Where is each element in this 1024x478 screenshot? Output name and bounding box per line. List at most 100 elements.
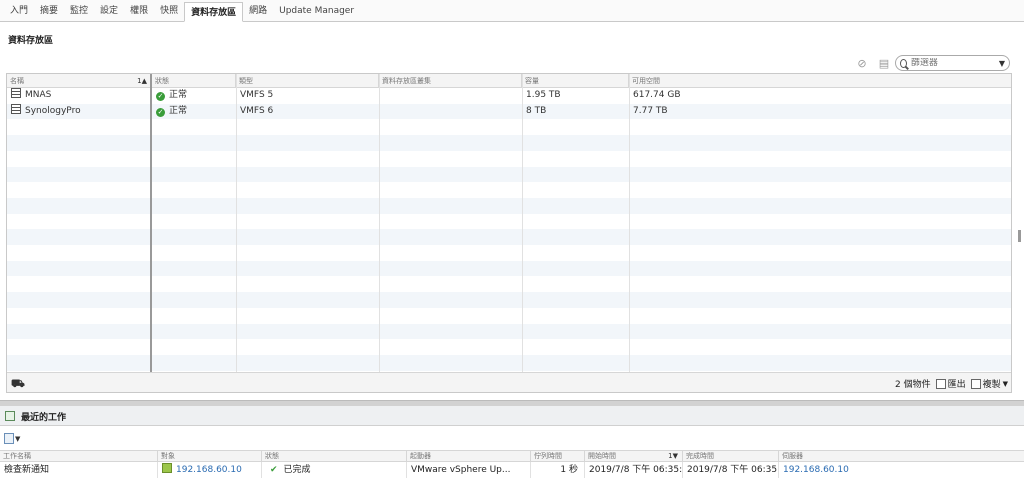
empty-row	[7, 135, 1011, 151]
empty-row	[7, 197, 1011, 214]
sort-descending-icon: 1▼	[668, 452, 678, 460]
column-header-target[interactable]: 對象	[158, 451, 262, 462]
datastore-name[interactable]: SynologyPro	[25, 106, 81, 116]
empty-row	[7, 323, 1011, 340]
table-row[interactable]: SynologyPro ✓ 正常 VMFS 6 8 TB 7.77 TB	[7, 103, 1011, 120]
column-divider	[522, 74, 523, 374]
tab-datastores[interactable]: 資料存放區	[184, 2, 244, 22]
capacity-cell: 8 TB	[526, 105, 547, 116]
empty-row	[7, 182, 1011, 198]
tab-getting-started[interactable]: 入門	[4, 1, 34, 21]
tasks-toolbar: ▼	[4, 433, 20, 444]
empty-row	[7, 151, 1011, 167]
column-divider	[629, 74, 630, 374]
column-header-initiator[interactable]: 起動器	[407, 451, 531, 462]
tasks-table-header: 工作名稱 對象 狀態 起動器 佇列時間 開始時間 1▼ 完成時間 伺服器	[0, 450, 1024, 462]
column-divider[interactable]	[150, 74, 152, 374]
empty-row	[7, 276, 1011, 292]
column-header-cluster[interactable]: 資料存放區叢集	[379, 74, 522, 88]
tab-update-manager[interactable]: Update Manager	[273, 1, 360, 21]
free-space-cell: 617.74 GB	[633, 90, 681, 100]
empty-row	[7, 354, 1011, 371]
empty-row	[7, 308, 1011, 324]
column-header-start-time[interactable]: 開始時間 1▼	[585, 451, 683, 462]
column-header-server[interactable]: 伺服器	[779, 451, 1024, 462]
free-space-cell: 7.77 TB	[633, 105, 668, 116]
server-link[interactable]: 192.168.60.10	[779, 462, 1024, 478]
tab-monitor[interactable]: 監控	[64, 1, 94, 21]
target-link[interactable]: 192.168.60.10	[176, 465, 242, 475]
sort-ascending-icon: 1▲	[137, 77, 147, 85]
grid-footer: ⛟ 2 個物件 匯出 複製 ▼	[7, 372, 1011, 392]
empty-row	[7, 229, 1011, 245]
object-count: 2 個物件	[894, 380, 931, 390]
empty-row	[7, 260, 1011, 277]
empty-row	[7, 245, 1011, 261]
column-header-status[interactable]: 狀態	[152, 74, 236, 88]
capacity-cell: 1.95 TB	[526, 90, 561, 100]
empty-row	[7, 292, 1011, 308]
binoculars-icon[interactable]: ⛟	[11, 377, 25, 392]
column-divider	[236, 74, 237, 374]
status-text: 正常	[169, 90, 188, 100]
export-button[interactable]: 匯出	[935, 377, 966, 390]
column-header-capacity[interactable]: 容量	[522, 74, 629, 88]
grid-toolbar: ⊘ ▤	[855, 56, 891, 70]
chevron-down-icon[interactable]: ▼	[999, 59, 1005, 68]
column-header-complete-time[interactable]: 完成時間	[683, 451, 779, 462]
start-time: 2019/7/8 下午 06:35:...	[585, 462, 683, 478]
check-icon: ✔	[270, 465, 278, 475]
type-cell: VMFS 6	[240, 105, 274, 116]
recent-tasks-header: 最近的工作	[0, 406, 1024, 426]
table-row[interactable]: 檢查新通知 192.168.60.10 ✔ 已完成 VMware vSphere …	[0, 462, 1024, 478]
type-cell: VMFS 5	[240, 90, 274, 100]
filter-field[interactable]: ▼	[895, 55, 1010, 71]
page-title: 資料存放區	[8, 36, 54, 46]
scrollbar-handle[interactable]	[1018, 230, 1021, 242]
copy-button[interactable]: 複製 ▼	[970, 377, 1008, 390]
tab-bar: 入門 摘要 監控 設定 權限 快照 資料存放區 網路 Update Manage…	[0, 0, 1024, 22]
initiator: VMware vSphere Up...	[407, 462, 531, 478]
tab-configure[interactable]: 設定	[94, 1, 124, 21]
datastore-icon	[11, 88, 21, 98]
export-icon	[935, 378, 946, 389]
empty-row	[7, 166, 1011, 183]
filter-input[interactable]	[910, 58, 999, 68]
status-ok-icon: ✓	[156, 107, 165, 117]
column-header-name[interactable]: 名稱 1▲	[7, 74, 152, 88]
complete-time: 2019/7/8 下午 06:35:...	[683, 462, 779, 478]
tab-networks[interactable]: 網路	[243, 1, 273, 21]
chevron-down-icon: ▼	[1002, 379, 1008, 388]
datastore-grid: 名稱 1▲ 狀態 類型 資料存放區叢集 容量 可用空間 MNAS ✓ 正常 VMF…	[6, 73, 1012, 393]
grid-body: MNAS ✓ 正常 VMFS 5 1.95 TB 617.74 GB Synolo…	[7, 88, 1011, 374]
copy-icon	[970, 378, 981, 389]
task-status: 已完成	[283, 465, 311, 475]
column-header-queue-time[interactable]: 佇列時間	[531, 451, 585, 462]
empty-row	[7, 119, 1011, 135]
chevron-down-icon[interactable]: ▼	[15, 435, 20, 443]
table-row[interactable]: MNAS ✓ 正常 VMFS 5 1.95 TB 617.74 GB	[7, 88, 1011, 104]
clear-filter-icon[interactable]: ⊘	[855, 56, 869, 70]
tab-summary[interactable]: 摘要	[34, 1, 64, 21]
recent-tasks-title: 最近的工作	[21, 413, 67, 423]
empty-row	[7, 339, 1011, 355]
column-header-status[interactable]: 狀態	[262, 451, 407, 462]
tasks-icon	[5, 411, 15, 421]
status-text: 正常	[169, 105, 188, 116]
column-header-type[interactable]: 類型	[236, 74, 379, 88]
column-divider	[379, 74, 380, 374]
queue-time: 1 秒	[531, 462, 585, 478]
column-header-free-space[interactable]: 可用空間	[629, 74, 1011, 88]
datastore-icon	[11, 103, 21, 114]
tab-permissions[interactable]: 權限	[124, 1, 154, 21]
search-icon	[900, 58, 907, 68]
column-header-task-name[interactable]: 工作名稱	[0, 451, 158, 462]
column-settings-icon[interactable]: ▤	[877, 56, 891, 70]
copy-icon[interactable]	[4, 433, 14, 444]
host-icon	[162, 463, 172, 473]
grid-header: 名稱 1▲ 狀態 類型 資料存放區叢集 容量 可用空間	[7, 74, 1011, 88]
datastore-name[interactable]: MNAS	[25, 90, 51, 100]
tab-snapshots[interactable]: 快照	[154, 1, 184, 21]
empty-row	[7, 214, 1011, 230]
status-ok-icon: ✓	[156, 92, 165, 101]
